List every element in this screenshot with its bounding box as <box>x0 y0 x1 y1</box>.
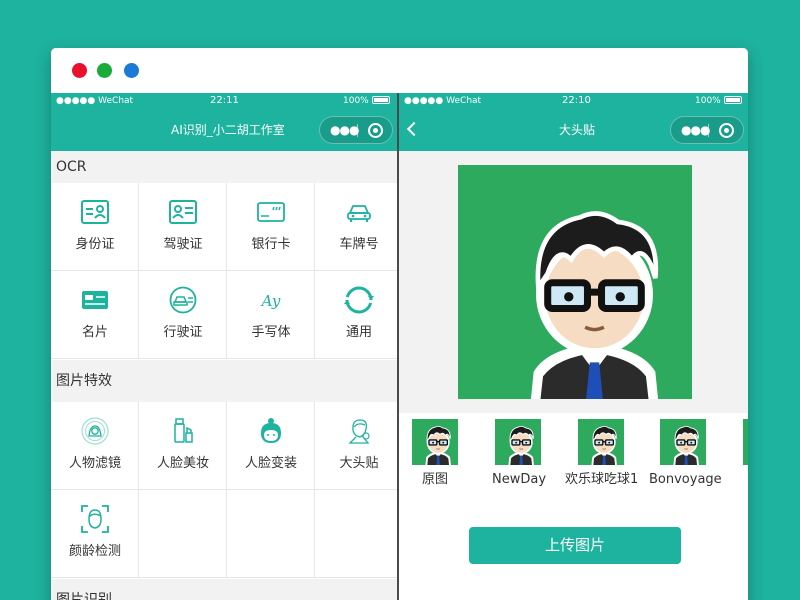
back-arrow-icon[interactable] <box>406 121 422 137</box>
business-card-icon <box>82 291 108 309</box>
section-title-effects: 图片特效 <box>51 360 397 402</box>
grid-item-plate[interactable]: 车牌号 <box>315 183 397 271</box>
close-button[interactable] <box>72 63 87 78</box>
grid-item-label: 人脸变装 <box>244 456 297 471</box>
grid-item-label: 人脸美妆 <box>156 456 209 471</box>
vehicle-license-icon <box>169 286 197 314</box>
grid-item-label: 人物滤镜 <box>68 456 121 471</box>
more-menu-icon[interactable]: ●●● <box>681 121 710 139</box>
style-thumb-newday[interactable] <box>495 419 541 465</box>
age-detect-icon <box>81 505 109 533</box>
mini-program-capsule: ●●● <box>670 116 744 144</box>
handwriting-icon: Ay <box>260 292 281 310</box>
grid-item-label: 颜龄检测 <box>68 544 121 559</box>
face-costume-icon <box>261 418 281 443</box>
preview-image <box>458 165 692 399</box>
svg-text:Ay: Ay <box>260 292 281 310</box>
effects-grid: 人物滤镜 人脸美妆 人脸变装 大头贴 颜龄检测 <box>51 402 397 579</box>
more-menu-icon[interactable]: ●●● <box>330 121 359 139</box>
grid-item-id-card[interactable]: 身份证 <box>51 183 139 271</box>
grid-item-label: 名片 <box>81 325 108 340</box>
grid-item-makeup[interactable]: 人脸美妆 <box>139 402 227 490</box>
section-title-ocr: OCR <box>51 151 397 183</box>
minimize-button[interactable] <box>97 63 112 78</box>
cartoon-avatar-icon <box>578 419 624 465</box>
grid-item-age-detect[interactable]: 颜龄检测 <box>51 490 139 578</box>
grid-item-bank-card[interactable]: 银行卡 <box>227 183 315 271</box>
navigation-bar: AI识别_小二胡工作室 ●●● <box>51 109 397 151</box>
status-time: 22:10 <box>562 95 591 106</box>
battery-indicator: 100% <box>695 95 742 107</box>
upload-image-button[interactable]: 上传图片 <box>469 527 681 564</box>
style-label: 原图 <box>422 472 449 487</box>
section-title-image-recognition: 图片识别 <box>51 579 397 600</box>
grid-item-label: 驾驶证 <box>163 237 203 252</box>
browser-window: ●●●●● WeChat 22:11 100% AI识别_小二胡工作室 ●●● … <box>51 48 748 600</box>
window-titlebar <box>51 48 748 93</box>
bank-card-icon <box>257 202 285 222</box>
capsule-divider <box>357 124 358 137</box>
close-program-icon[interactable] <box>368 123 383 138</box>
navigation-bar: 大头贴 ●●● <box>399 109 748 151</box>
grid-item-label: 行驶证 <box>163 325 203 340</box>
style-thumb-ball[interactable] <box>578 419 624 465</box>
grid-item-label: 银行卡 <box>251 237 291 252</box>
grid-item-vehicle-license[interactable]: 行驶证 <box>139 271 227 359</box>
grid-item-label: 通用 <box>345 325 372 340</box>
grid-item-face-costume[interactable]: 人脸变装 <box>227 402 315 490</box>
cartoon-avatar-icon <box>495 419 541 465</box>
style-thumb-partial[interactable] <box>743 419 748 465</box>
grid-item-label: 身份证 <box>75 237 115 252</box>
cartoon-avatar-icon <box>458 165 692 399</box>
close-program-icon[interactable] <box>719 123 734 138</box>
style-label: NewDay <box>492 472 547 487</box>
sticker-icon <box>348 419 370 444</box>
style-label: 欢乐球吃球1 <box>565 472 639 487</box>
page-title: AI识别_小二胡工作室 <box>171 123 285 137</box>
style-label: Bonvoyage <box>649 472 722 487</box>
carrier-label: ●●●●● WeChat <box>56 96 134 106</box>
battery-indicator: 100% <box>343 95 390 107</box>
style-thumb-bonvoyage[interactable] <box>660 419 706 465</box>
ocr-grid: 身份证 驾驶证 银行卡 车牌号 名片 行驶证 Ay 手写体 通用 <box>51 183 397 360</box>
battery-icon <box>371 96 390 104</box>
grid-item-general[interactable]: 通用 <box>315 271 397 359</box>
status-bar: ●●●●● WeChat 22:11 100% <box>51 93 397 109</box>
left-phone-screen: ●●●●● WeChat 22:11 100% AI识别_小二胡工作室 ●●● … <box>51 93 397 600</box>
cartoon-avatar-icon <box>660 419 706 465</box>
grid-item-driver-license[interactable]: 驾驶证 <box>139 183 227 271</box>
grid-item-empty <box>227 490 315 578</box>
portrait-filter-icon <box>81 417 109 445</box>
id-card-icon <box>81 200 109 224</box>
grid-item-business-card[interactable]: 名片 <box>51 271 139 359</box>
grid-item-label: 手写体 <box>251 325 291 340</box>
grid-item-sticker[interactable]: 大头贴 <box>315 402 397 490</box>
status-bar: ●●●●● WeChat 22:10 100% <box>399 93 748 109</box>
capsule-divider <box>708 124 709 137</box>
battery-icon <box>723 96 742 104</box>
page-title: 大头贴 <box>559 123 596 137</box>
cartoon-avatar-icon <box>412 419 458 465</box>
preview-area <box>399 151 748 413</box>
car-icon <box>347 205 371 222</box>
grid-item-label: 车牌号 <box>339 237 379 252</box>
driver-license-icon <box>169 200 197 224</box>
maximize-button[interactable] <box>124 63 139 78</box>
general-ocr-icon <box>344 286 374 314</box>
battery-percent: 100% <box>343 96 369 106</box>
style-thumb-original[interactable] <box>412 419 458 465</box>
grid-item-handwriting[interactable]: Ay 手写体 <box>227 271 315 359</box>
grid-item-portrait-filter[interactable]: 人物滤镜 <box>51 402 139 490</box>
mini-program-capsule: ●●● <box>319 116 393 144</box>
grid-item-empty <box>139 490 227 578</box>
makeup-icon <box>174 418 193 443</box>
status-time: 22:11 <box>210 95 239 106</box>
battery-percent: 100% <box>695 96 721 106</box>
grid-item-empty <box>315 490 397 578</box>
carrier-label: ●●●●● WeChat <box>404 96 482 106</box>
right-phone-screen: ●●●●● WeChat 22:10 100% 大头贴 ●●● 原图 NewDa… <box>399 93 748 600</box>
grid-item-label: 大头贴 <box>339 456 379 471</box>
